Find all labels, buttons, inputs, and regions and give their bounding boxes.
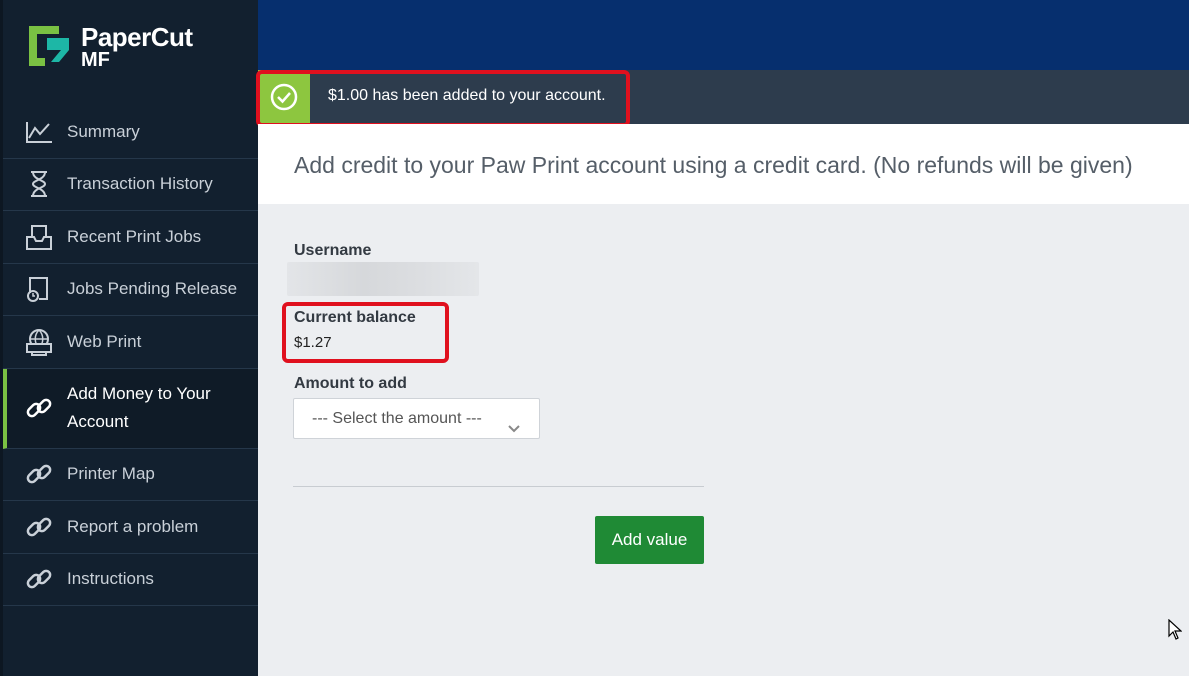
divider bbox=[293, 486, 704, 487]
sidebar-item-label: Summary bbox=[67, 121, 140, 141]
sidebar-item-instructions[interactable]: Instructions bbox=[3, 554, 258, 606]
sidebar-item-add-money[interactable]: Add Money to Your Account bbox=[3, 368, 258, 449]
chevron-down-icon bbox=[507, 411, 521, 450]
page-header: Add credit to your Paw Print account usi… bbox=[258, 124, 1189, 204]
sidebar-item-label: Add Money to Your Account bbox=[67, 384, 211, 431]
amount-select-value: --- Select the amount --- bbox=[312, 410, 482, 427]
username-value-redacted bbox=[287, 262, 479, 296]
papercut-logo[interactable]: PaperCut MF bbox=[25, 22, 225, 74]
sidebar-item-label: Report a problem bbox=[67, 516, 199, 536]
sidebar-item-recent-print-jobs[interactable]: Recent Print Jobs bbox=[3, 211, 258, 264]
highlight-box-notice bbox=[256, 70, 630, 127]
print-tray-icon bbox=[24, 222, 54, 252]
globe-printer-icon bbox=[24, 327, 54, 357]
page-title: Add credit to your Paw Print account usi… bbox=[294, 152, 1133, 178]
sidebar-item-label: Web Print bbox=[67, 331, 142, 351]
amount-select[interactable]: --- Select the amount --- bbox=[293, 398, 540, 439]
sidebar-item-web-print[interactable]: Web Print bbox=[3, 316, 258, 369]
username-label: Username bbox=[294, 242, 372, 259]
sidebar-item-label: Printer Map bbox=[67, 464, 155, 484]
sidebar-item-printer-map[interactable]: Printer Map bbox=[3, 449, 258, 501]
papercut-logo-icon bbox=[29, 26, 69, 66]
sidebar-item-label: Recent Print Jobs bbox=[67, 226, 202, 246]
sidebar-nav: Summary Transaction History Recent Print… bbox=[3, 106, 258, 606]
pending-jobs-icon bbox=[24, 274, 54, 304]
sidebar-item-label: Instructions bbox=[67, 569, 154, 589]
add-credit-form: Username Current balance $1.27 Amount to… bbox=[258, 204, 1189, 676]
brand-sub: MF bbox=[81, 49, 110, 71]
link-icon bbox=[24, 393, 54, 423]
sidebar: PaperCut MF Summary Transaction History … bbox=[0, 0, 258, 676]
hourglass-icon bbox=[24, 169, 54, 199]
sidebar-item-summary[interactable]: Summary bbox=[3, 106, 258, 159]
link-icon bbox=[24, 564, 54, 594]
amount-label: Amount to add bbox=[294, 375, 407, 392]
sidebar-item-jobs-pending-release[interactable]: Jobs Pending Release bbox=[3, 264, 258, 316]
chart-line-icon bbox=[24, 117, 54, 147]
add-value-button[interactable]: Add value bbox=[595, 516, 704, 564]
mouse-cursor-icon bbox=[1168, 618, 1183, 646]
link-icon bbox=[24, 459, 54, 489]
highlight-box-balance bbox=[282, 302, 449, 363]
top-bar bbox=[258, 0, 1189, 70]
link-icon bbox=[24, 512, 54, 542]
sidebar-item-label: Transaction History bbox=[67, 174, 213, 194]
sidebar-item-transaction-history[interactable]: Transaction History bbox=[3, 159, 258, 211]
sidebar-item-label: Jobs Pending Release bbox=[67, 279, 238, 299]
sidebar-item-report-problem[interactable]: Report a problem bbox=[3, 501, 258, 554]
